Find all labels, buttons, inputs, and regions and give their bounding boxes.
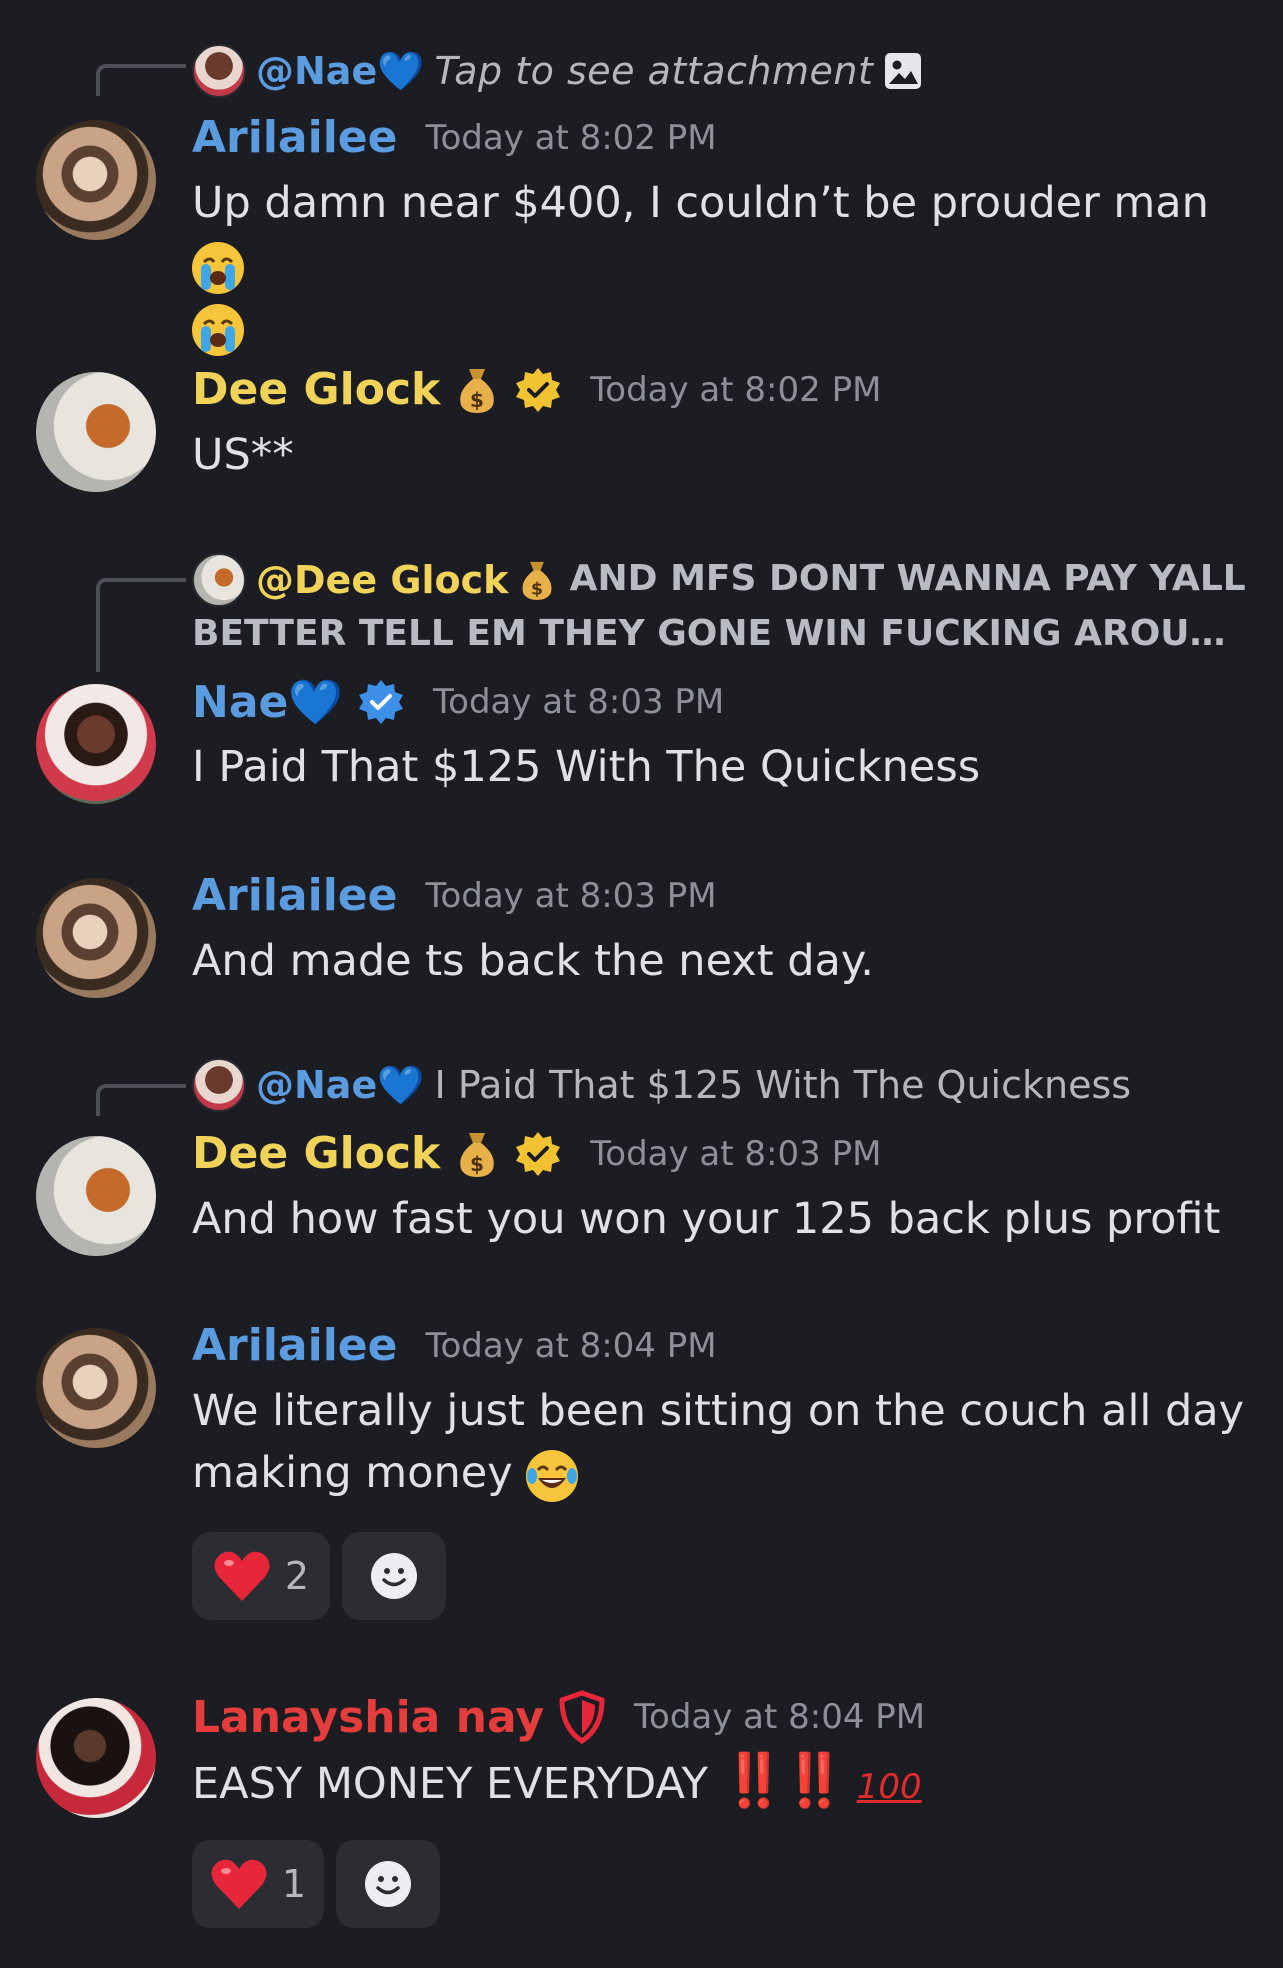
username[interactable]: Lanayshia nay [192, 1692, 544, 1743]
reply-preview[interactable]: @Dee Glock $ AND MFS DONT WANNA PAY YALL… [0, 552, 1283, 672]
add-reaction-button[interactable] [342, 1532, 446, 1620]
image-attachment-icon [883, 51, 923, 91]
crying-face-emoji [192, 241, 244, 294]
add-reaction-icon [369, 1551, 419, 1601]
message-text: US** [192, 430, 294, 480]
username[interactable]: Arilailee [192, 112, 397, 163]
reaction-count: 2 [284, 1554, 310, 1598]
money-bag-icon: $ [518, 558, 556, 602]
svg-text:$: $ [531, 579, 543, 599]
message-text: I Paid That $125 With The Quickness [192, 742, 981, 792]
avatar-dee-glock-mini [192, 552, 246, 607]
username[interactable]: Nae💙 [192, 676, 343, 728]
timestamp: Today at 8:03 PM [590, 1133, 882, 1174]
message-text: EASY MONEY EVERYDAY [192, 1759, 708, 1809]
timestamp: Today at 8:04 PM [425, 1325, 717, 1366]
timestamp: Today at 8:02 PM [425, 117, 717, 158]
crying-face-emoji [192, 303, 244, 356]
timestamp: Today at 8:04 PM [634, 1697, 926, 1737]
reply-username[interactable]: @Nae💙 [256, 49, 425, 94]
reply-username[interactable]: @Nae💙 [256, 1063, 425, 1108]
heart-reaction-icon [213, 1549, 271, 1603]
avatar-dee-glock[interactable] [36, 372, 156, 492]
reply-text: I Paid That $125 With The Quickness [434, 1063, 1132, 1107]
timestamp: Today at 8:02 PM [590, 369, 882, 410]
avatar-arilailee[interactable] [36, 1328, 156, 1448]
timestamp: Today at 8:03 PM [433, 682, 725, 722]
avatar-arilailee[interactable] [36, 120, 156, 240]
avatar-nae-mini [192, 1058, 246, 1112]
money-bag-icon: $ [454, 365, 500, 415]
hundred-points-emoji: 100 [856, 1767, 922, 1807]
username[interactable]: Arilailee [192, 1320, 397, 1371]
reply-connector [96, 64, 186, 96]
reply-text: Tap to see attachment [434, 49, 874, 93]
avatar-arilailee[interactable] [36, 878, 156, 998]
money-bag-icon: $ [454, 1129, 500, 1179]
add-reaction-icon [363, 1859, 413, 1909]
reply-connector [96, 578, 186, 672]
reply-preview[interactable]: @Nae💙 Tap to see attachment [0, 44, 1283, 104]
reaction-heart[interactable]: 2 [192, 1532, 330, 1620]
heart-reaction-icon [210, 1857, 268, 1911]
username[interactable]: Dee Glock [192, 364, 440, 415]
verified-gold-icon [514, 1130, 562, 1178]
reaction-count: 1 [281, 1862, 307, 1906]
avatar-dee-glock[interactable] [36, 1136, 156, 1256]
verified-blue-icon [357, 678, 405, 726]
username[interactable]: Dee Glock [192, 1128, 440, 1179]
svg-text:$: $ [470, 388, 484, 412]
add-reaction-button[interactable] [336, 1840, 440, 1928]
message-text: Up damn near $400, I couldn’t be prouder… [192, 178, 1209, 228]
message-text: We literally just been sitting on the co… [192, 1386, 1245, 1498]
message-text: And made ts back the next day. [192, 936, 874, 986]
tears-of-joy-emoji [526, 1449, 579, 1502]
message-text: And how fast you won your 125 back plus … [192, 1194, 1221, 1244]
shield-icon [558, 1690, 606, 1744]
double-exclamation-emoji: ‼️‼️ [721, 1751, 847, 1811]
timestamp: Today at 8:03 PM [425, 875, 717, 916]
svg-text:$: $ [470, 1152, 484, 1176]
username[interactable]: Arilailee [192, 870, 397, 921]
avatar-lanayshia[interactable] [36, 1698, 156, 1818]
reaction-heart[interactable]: 1 [192, 1840, 324, 1928]
reply-connector [96, 1084, 186, 1116]
verified-gold-icon [514, 366, 562, 414]
avatar-nae[interactable] [36, 684, 156, 804]
reply-preview[interactable]: @Nae💙 I Paid That $125 With The Quicknes… [0, 1058, 1283, 1118]
avatar-nae-mini [192, 44, 246, 98]
reply-username[interactable]: @Dee Glock [256, 555, 508, 605]
